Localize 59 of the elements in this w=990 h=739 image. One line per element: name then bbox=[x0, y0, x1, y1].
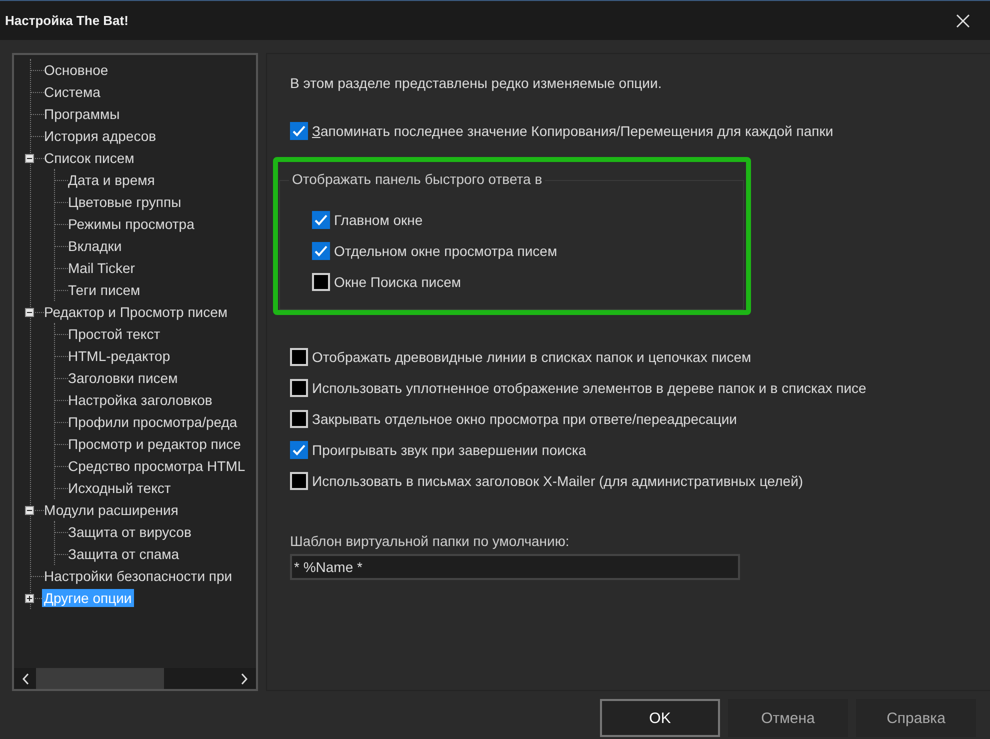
close-icon[interactable] bbox=[956, 14, 970, 28]
checkbox-label: Отдельном окне просмотра писем bbox=[334, 242, 558, 258]
collapse-icon[interactable] bbox=[25, 308, 34, 316]
tree-item[interactable]: Защита от спама bbox=[66, 545, 182, 563]
expand-icon[interactable] bbox=[25, 594, 34, 602]
checkbox[interactable] bbox=[312, 272, 330, 290]
checkbox-label: Использовать уплотненное отображение элементов в дереве папок и в списках писе bbox=[312, 380, 866, 396]
checkbox-label: Окне Поиска писем bbox=[334, 274, 462, 290]
tree-item[interactable]: Цветовые группы bbox=[66, 193, 184, 211]
checkbox[interactable] bbox=[290, 410, 308, 428]
tree-item[interactable]: Простой текст bbox=[66, 325, 162, 343]
checkbox[interactable] bbox=[290, 348, 308, 366]
scroll-left-icon[interactable] bbox=[22, 672, 30, 684]
tree-item[interactable]: Профили просмотра/реда bbox=[66, 413, 240, 431]
checkbox-label: Проигрывать звук при завершении поиска bbox=[312, 442, 586, 458]
checkbox[interactable] bbox=[312, 242, 330, 260]
checkbox-label: Использовать в письмах заголовок X-Mailer (для административных целей) bbox=[312, 472, 804, 488]
tree-item[interactable]: Программы bbox=[42, 105, 122, 123]
tree-item[interactable]: Вкладки bbox=[66, 237, 124, 255]
tree-item[interactable]: История адресов bbox=[42, 127, 158, 145]
tree-item[interactable]: Средство просмотра HTML bbox=[66, 457, 248, 475]
group-title: Отображать панель быстрого ответа в bbox=[289, 171, 546, 187]
tree-item[interactable]: Настройка заголовков bbox=[66, 391, 214, 409]
checkbox[interactable] bbox=[290, 122, 308, 140]
tree-item[interactable]: HTML-редактор bbox=[66, 347, 172, 365]
dialog-button[interactable]: OK bbox=[600, 699, 720, 737]
horizontal-scrollbar[interactable] bbox=[14, 668, 256, 689]
template-field[interactable]: * %Name * bbox=[290, 554, 740, 580]
scrollbar-thumb[interactable] bbox=[36, 668, 164, 689]
tree-item[interactable]: Дата и время bbox=[66, 171, 157, 189]
tree-item[interactable]: Режимы просмотра bbox=[66, 215, 196, 233]
checkbox-label: Запоминать последнее значение Копирования/Перемещения для каждой папки bbox=[312, 123, 834, 139]
scroll-right-icon[interactable] bbox=[240, 672, 248, 684]
tree-item[interactable]: Mail Ticker bbox=[66, 259, 137, 277]
tree-item[interactable]: Основное bbox=[42, 61, 110, 79]
checkbox[interactable] bbox=[290, 472, 308, 490]
intro-text: В этом разделе представлены редко изменяемые опции. bbox=[290, 75, 663, 93]
tree-item[interactable]: Защита от вирусов bbox=[66, 523, 194, 541]
checkbox-label: Закрывать отдельное окно просмотра при ответе/переадресации bbox=[312, 410, 738, 426]
tree-item[interactable]: Теги писем bbox=[66, 281, 142, 299]
tree-item[interactable]: Исходный текст bbox=[66, 479, 173, 497]
checkbox-label: Отображать древовидные линии в списках папок и цепочках писем bbox=[312, 348, 752, 364]
tree-item[interactable]: Модули расширения bbox=[42, 501, 180, 519]
tree-item[interactable]: Заголовки писем bbox=[66, 369, 180, 387]
field-label: Шаблон виртуальной папки по умолчанию: bbox=[290, 533, 570, 549]
window-title: Настройка The Bat! bbox=[5, 13, 128, 28]
tree-item[interactable]: Система bbox=[42, 83, 102, 101]
tree-item[interactable]: Настройки безопасности при bbox=[42, 567, 234, 585]
dialog-button[interactable]: Отмена bbox=[728, 699, 848, 737]
tree-item[interactable]: Просмотр и редактор писе bbox=[66, 435, 243, 453]
tree-item[interactable]: Список писем bbox=[42, 149, 136, 167]
tree-item[interactable]: Редактор и Просмотр писем bbox=[42, 303, 230, 321]
collapse-icon[interactable] bbox=[25, 154, 34, 162]
checkbox-label: Главном окне bbox=[334, 212, 423, 228]
checkbox[interactable] bbox=[290, 378, 308, 396]
collapse-icon[interactable] bbox=[25, 506, 34, 514]
dialog-button[interactable]: Справка bbox=[856, 699, 976, 737]
checkbox[interactable] bbox=[312, 210, 330, 228]
checkbox[interactable] bbox=[290, 440, 308, 458]
